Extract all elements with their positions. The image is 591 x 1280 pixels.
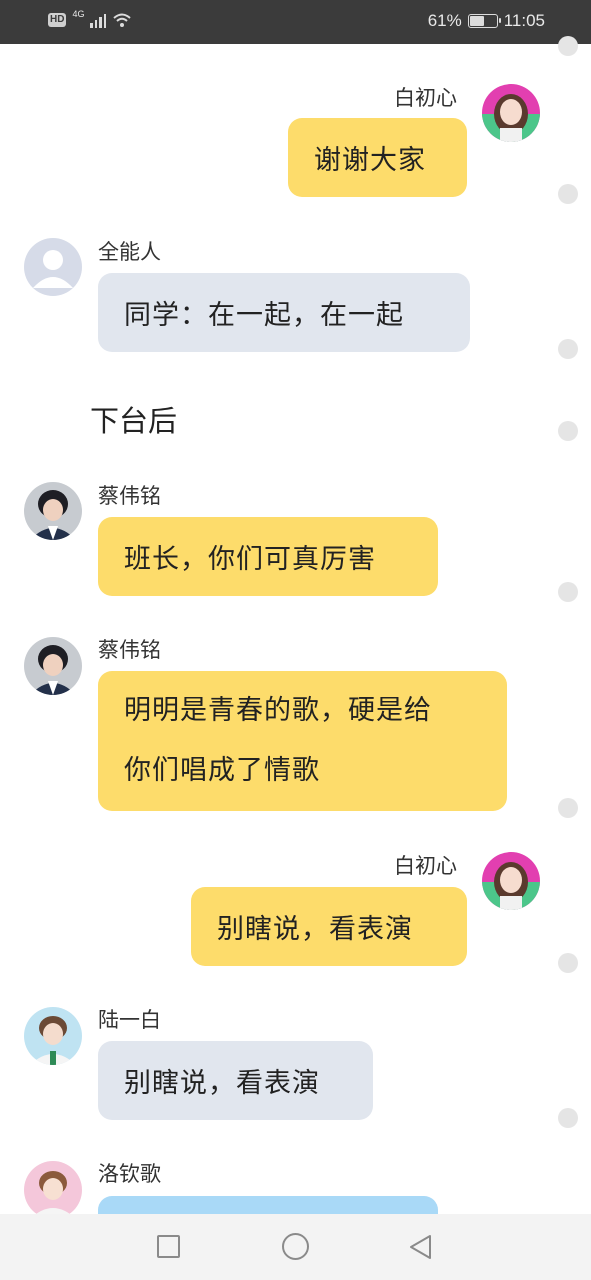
scroll-dot: [558, 36, 578, 56]
message-bubble[interactable]: 明明是青春的歌，硬是给 你们唱成了情歌: [98, 671, 507, 811]
message-bubble[interactable]: 同学：在一起，在一起: [98, 273, 470, 352]
sender-name: 洛钦歌: [98, 1162, 161, 1186]
navigation-bar: [0, 1214, 591, 1280]
message-line: 明明是青春的歌，硬是给: [124, 695, 432, 726]
home-icon[interactable]: [282, 1233, 309, 1260]
boy-avatar[interactable]: [24, 637, 82, 695]
girl-avatar[interactable]: [482, 852, 540, 910]
message-line: 你们唱成了情歌: [124, 755, 320, 786]
message-bubble[interactable]: 谢谢大家: [288, 118, 467, 197]
message-bubble[interactable]: 班长，你们可真厉害: [98, 517, 438, 596]
boy-avatar[interactable]: [24, 482, 82, 540]
back-icon[interactable]: [406, 1233, 434, 1261]
clock: 11:05: [503, 11, 545, 30]
default-user-avatar[interactable]: [24, 238, 82, 296]
narration-text: 下台后: [90, 404, 178, 438]
girl-avatar[interactable]: [482, 84, 540, 142]
sender-name: 全能人: [98, 240, 161, 264]
battery-icon: [467, 14, 501, 28]
boy-avatar[interactable]: [24, 1161, 82, 1219]
scroll-dot: [558, 1108, 578, 1128]
scroll-dot: [558, 184, 578, 204]
scroll-dot: [558, 582, 578, 602]
recent-apps-icon[interactable]: [157, 1235, 180, 1258]
hd-badge: HD: [48, 13, 67, 27]
scroll-dot: [558, 953, 578, 973]
scroll-dot: [558, 421, 578, 441]
signal-icon: [90, 12, 107, 28]
message-bubble[interactable]: 别瞎说，看表演: [191, 887, 467, 966]
sender-name: 蔡伟铭: [98, 484, 161, 508]
scroll-dot: [558, 798, 578, 818]
boy-avatar[interactable]: [24, 1007, 82, 1065]
battery-percent: 61%: [427, 11, 462, 30]
sender-name: 陆一白: [98, 1008, 161, 1032]
wifi-icon: [113, 13, 132, 27]
sender-name: 白初心: [394, 86, 457, 110]
sender-name: 白初心: [394, 854, 457, 878]
network-type: 4G: [72, 8, 85, 19]
status-left: HD 4G: [48, 8, 132, 28]
status-right: 61% 11:05: [428, 11, 545, 31]
scroll-dot: [558, 339, 578, 359]
status-bar: HD 4G 61% 11:05: [0, 0, 591, 44]
message-bubble[interactable]: 别瞎说，看表演: [98, 1041, 373, 1120]
sender-name: 蔡伟铭: [98, 638, 161, 662]
